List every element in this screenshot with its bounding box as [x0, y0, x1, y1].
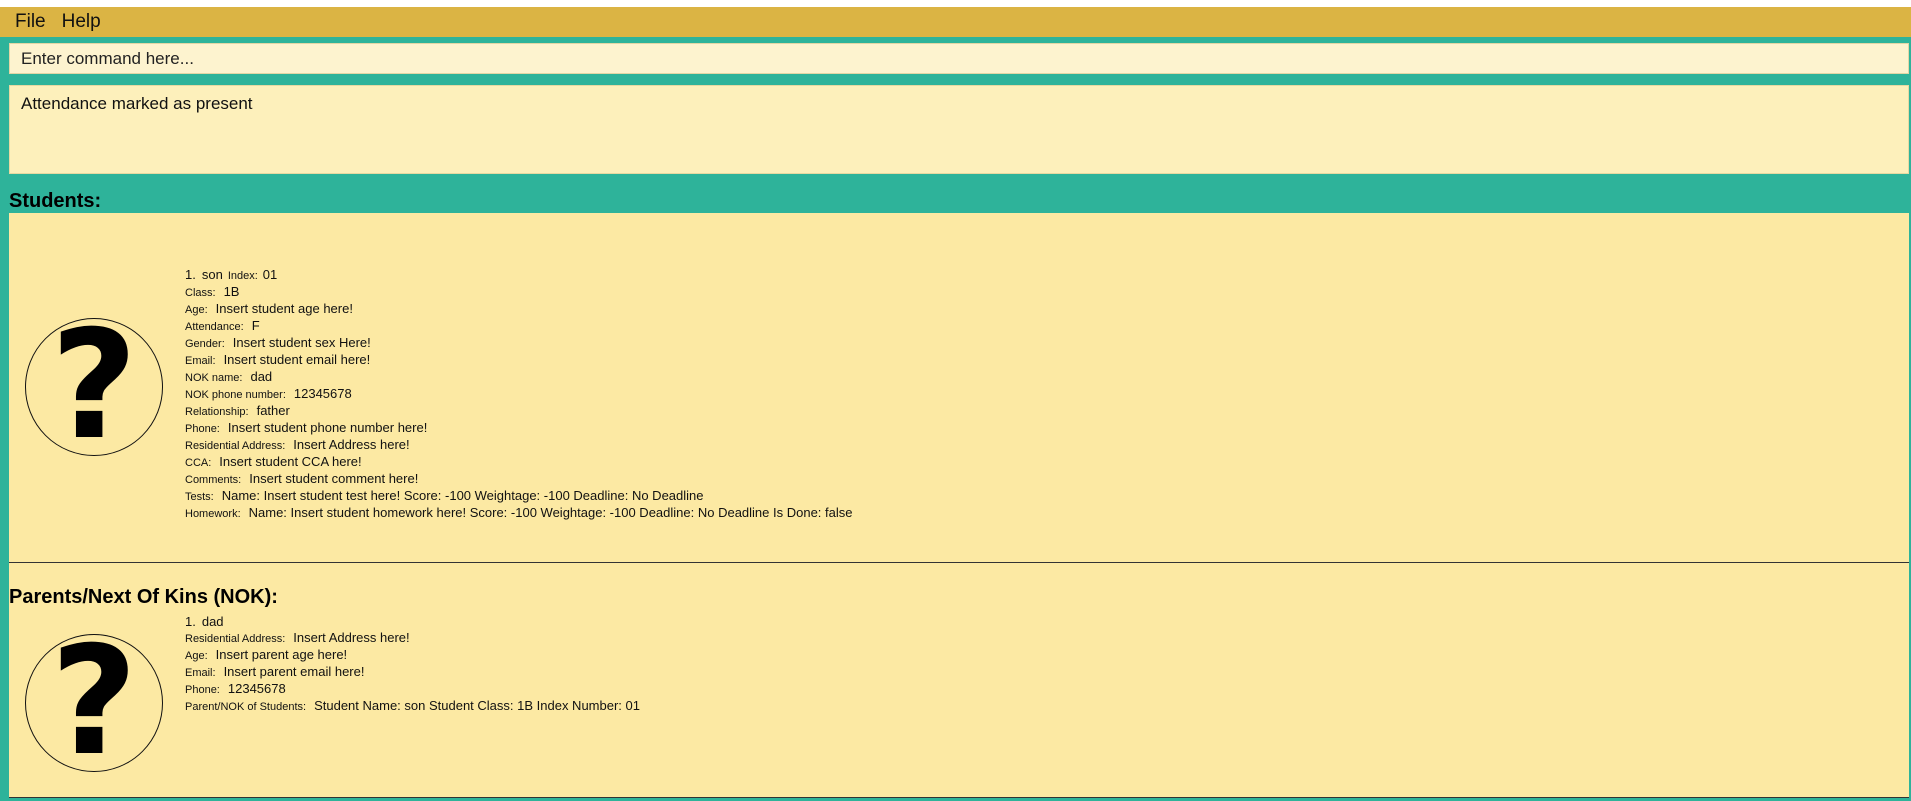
student-field-label: Residential Address: [185, 440, 286, 452]
student-field-row: Email: Insert student email here! [185, 352, 853, 369]
student-field-value: Insert student age here! [215, 301, 353, 316]
student-avatar-icon: ? [25, 311, 163, 461]
student-field-row: Comments: Insert student comment here! [185, 471, 853, 488]
nok-field-row: Residential Address: Insert Address here! [185, 630, 640, 647]
student-field-label: Class: [185, 287, 216, 299]
student-field-value: Name: Insert student homework here! Scor… [248, 505, 853, 520]
student-field-row: Phone: Insert student phone number here! [185, 420, 853, 437]
nok-card[interactable]: ? 1. dad Residential Address: Insert Addre… [9, 608, 1909, 797]
nok-field-label: Phone: [185, 684, 220, 696]
menu-file[interactable]: File [0, 11, 56, 33]
student-number: 1. [185, 267, 196, 282]
nok-field-value: Student Name: son Student Class: 1B Inde… [314, 698, 640, 713]
nok-avatar-icon: ? [25, 627, 163, 777]
student-field-label: Attendance: [185, 321, 244, 333]
nok-list[interactable]: ? 1. dad Residential Address: Insert Addre… [9, 608, 1909, 798]
student-field-value: Name: Insert student test here! Score: -… [221, 488, 704, 503]
nok-number: 1. [185, 614, 196, 629]
student-field-value: dad [250, 369, 273, 384]
command-input[interactable]: Enter command here... [9, 43, 1909, 74]
student-field-label: Relationship: [185, 406, 249, 418]
student-field-row: CCA: Insert student CCA here! [185, 454, 853, 471]
student-field-value: father [256, 403, 290, 418]
nok-field-row: Phone: 12345678 [185, 681, 640, 698]
student-field-label: Age: [185, 304, 208, 316]
student-field-row: Relationship: father [185, 403, 853, 420]
menu-bar: File Help [0, 7, 1911, 37]
student-field-row: Homework: Name: Insert student homework h… [185, 505, 853, 522]
student-index: 01 [262, 267, 278, 282]
nok-details: 1. dad Residential Address: Insert Address… [185, 614, 640, 715]
nok-field-value: Insert Address here! [293, 630, 410, 645]
result-display: Attendance marked as present [9, 85, 1909, 174]
student-field-value: Insert student comment here! [249, 471, 419, 486]
student-name: son [201, 267, 223, 282]
student-field-row: Gender: Insert student sex Here! [185, 335, 853, 352]
nok-field-label: Residential Address: [185, 633, 286, 645]
student-field-value: 1B [223, 284, 240, 299]
nok-field-label: Parent/NOK of Students: [185, 701, 307, 713]
student-header: 1. son Index: 01 [185, 267, 853, 284]
student-field-label: NOK name: [185, 372, 243, 384]
student-field-label: Email: [185, 355, 216, 367]
student-field-value: F [251, 318, 260, 333]
nok-header: 1. dad [185, 614, 640, 630]
nok-heading: Parents/Next Of Kins (NOK): [9, 586, 278, 608]
student-field-value: Insert student email here! [223, 352, 371, 367]
student-field-label: Phone: [185, 423, 220, 435]
nok-field-label: Email: [185, 667, 216, 679]
student-field-label: Homework: [185, 508, 241, 520]
student-field-label: Gender: [185, 338, 225, 350]
student-field-label: CCA: [185, 457, 212, 469]
student-field-row: NOK name: dad [185, 369, 853, 386]
student-field-row: Class: 1B [185, 284, 853, 301]
nok-field-row: Age: Insert parent age here! [185, 647, 640, 664]
window-top-edge [0, 0, 1911, 7]
student-field-row: Residential Address: Insert Address here! [185, 437, 853, 454]
student-field-value: Insert student phone number here! [227, 420, 428, 435]
nok-field-label: Age: [185, 650, 208, 662]
student-field-value: Insert student CCA here! [219, 454, 362, 469]
student-card[interactable]: ? 1. son Index: 01 Class: 1B Age: Insert stude… [9, 213, 1909, 562]
student-field-label: Comments: [185, 474, 242, 486]
menu-help[interactable]: Help [56, 11, 111, 33]
student-field-row: Attendance: F [185, 318, 853, 335]
student-field-label: Tests: [185, 491, 214, 503]
student-index-label: Index: [227, 270, 258, 282]
student-field-label: NOK phone number: [185, 389, 286, 401]
student-field-row: NOK phone number: 12345678 [185, 386, 853, 403]
nok-name: dad [201, 614, 224, 629]
student-field-value: 12345678 [293, 386, 352, 401]
student-field-value: Insert Address here! [293, 437, 410, 452]
nok-field-value: 12345678 [227, 681, 286, 696]
nok-field-value: Insert parent email here! [223, 664, 365, 679]
students-heading: Students: [9, 190, 102, 212]
student-details: 1. son Index: 01 Class: 1B Age: Insert student… [185, 267, 853, 522]
student-field-row: Tests: Name: Insert student test here! Sc… [185, 488, 853, 505]
card-divider [9, 562, 1909, 563]
student-field-value: Insert student sex Here! [232, 335, 371, 350]
nok-field-row: Parent/NOK of Students: Student Name: son… [185, 698, 640, 715]
nok-field-row: Email: Insert parent email here! [185, 664, 640, 681]
student-field-row: Age: Insert student age here! [185, 301, 853, 318]
nok-field-value: Insert parent age here! [215, 647, 348, 662]
